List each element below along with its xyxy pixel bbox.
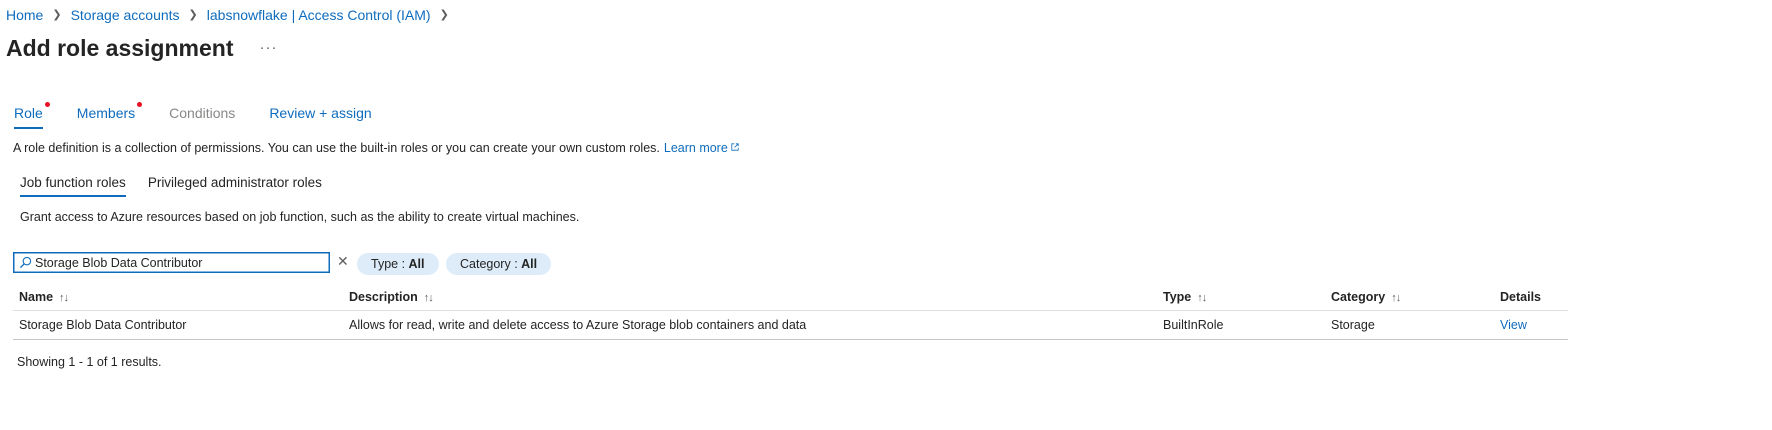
job-function-description: Grant access to Azure resources based on… [20,210,580,224]
role-description-text: A role definition is a collection of per… [13,141,660,155]
column-header-details: Details [1494,283,1568,311]
column-type-label: Type [1163,289,1192,304]
search-input[interactable] [35,255,320,270]
sort-icon[interactable]: ↑↓ [1391,292,1401,304]
cell-role-details: View [1494,310,1568,340]
tab-members[interactable]: Members [76,102,143,129]
chevron-right-icon: ❯ [439,9,449,21]
cell-role-type: BuiltInRole [1157,310,1325,340]
search-box [13,252,330,273]
tab-privileged-administrator-roles[interactable]: Privileged administrator roles [148,174,322,197]
external-link-icon [731,143,739,151]
sort-icon[interactable]: ↑↓ [424,292,434,304]
learn-more-label: Learn more [663,141,728,155]
tab-review-assign-label: Review + assign [269,105,372,121]
tab-members-label: Members [76,105,136,121]
type-filter-value: All [408,257,425,271]
column-category-label: Category [1331,289,1386,304]
tab-role-label: Role [14,105,43,121]
column-name-label: Name [19,289,54,304]
page-header: Add role assignment ··· [6,32,281,64]
required-indicator [137,102,143,107]
page-title: Add role assignment [6,35,234,61]
tab-conditions-label: Conditions [169,105,236,121]
sort-icon[interactable]: ↑↓ [59,292,69,304]
tab-review-assign[interactable]: Review + assign [269,104,371,129]
tab-conditions: Conditions [169,104,235,129]
search-icon [19,256,32,269]
column-header-category[interactable]: Category ↑↓ [1325,283,1494,311]
breadcrumb: Home ❯ Storage accounts ❯ labsnowflake |… [6,6,458,24]
category-filter-value: All [521,257,538,271]
breadcrumb-storage-accounts[interactable]: Storage accounts [71,6,180,24]
category-filter-pill[interactable]: Category : All [446,253,552,275]
results-count: Showing 1 - 1 of 1 results. [17,355,162,369]
type-filter-label: Type : [371,257,409,271]
role-description: A role definition is a collection of per… [13,140,739,156]
chevron-right-icon: ❯ [52,9,62,21]
cell-role-description: Allows for read, write and delete access… [343,310,1157,340]
required-indicator [44,102,50,107]
more-options-button[interactable]: ··· [255,38,281,58]
close-icon[interactable]: ✕ [337,254,349,268]
column-header-type[interactable]: Type ↑↓ [1157,283,1325,311]
learn-more-link[interactable]: Learn more [664,141,739,155]
column-header-description[interactable]: Description ↑↓ [343,283,1157,311]
sort-icon[interactable]: ↑↓ [1197,292,1207,304]
role-type-tabs: Job function roles Privileged administra… [20,174,344,197]
table-header-row: Name ↑↓ Description ↑↓ Type ↑↓ Category ↑↓ D… [13,283,1568,311]
column-description-label: Description [349,289,418,304]
column-header-name[interactable]: Name ↑↓ [13,283,343,311]
roles-table: Name ↑↓ Description ↑↓ Type ↑↓ Category ↑↓ D… [13,283,1568,340]
chevron-right-icon: ❯ [188,9,198,21]
breadcrumb-access-control[interactable]: labsnowflake | Access Control (IAM) [207,6,431,24]
table-row[interactable]: Storage Blob Data Contributor Allows for… [13,310,1568,340]
type-filter-pill[interactable]: Type : All [357,253,439,275]
wizard-tabs: Role Members Conditions Review + assign [14,102,406,129]
category-filter-label: Category : [460,257,522,271]
view-details-link[interactable]: View [1500,318,1527,332]
tab-job-function-roles[interactable]: Job function roles [20,174,126,197]
breadcrumb-home[interactable]: Home [6,6,43,24]
cell-role-name: Storage Blob Data Contributor [13,310,343,340]
cell-role-category: Storage [1325,310,1494,340]
tab-role[interactable]: Role [14,102,50,129]
